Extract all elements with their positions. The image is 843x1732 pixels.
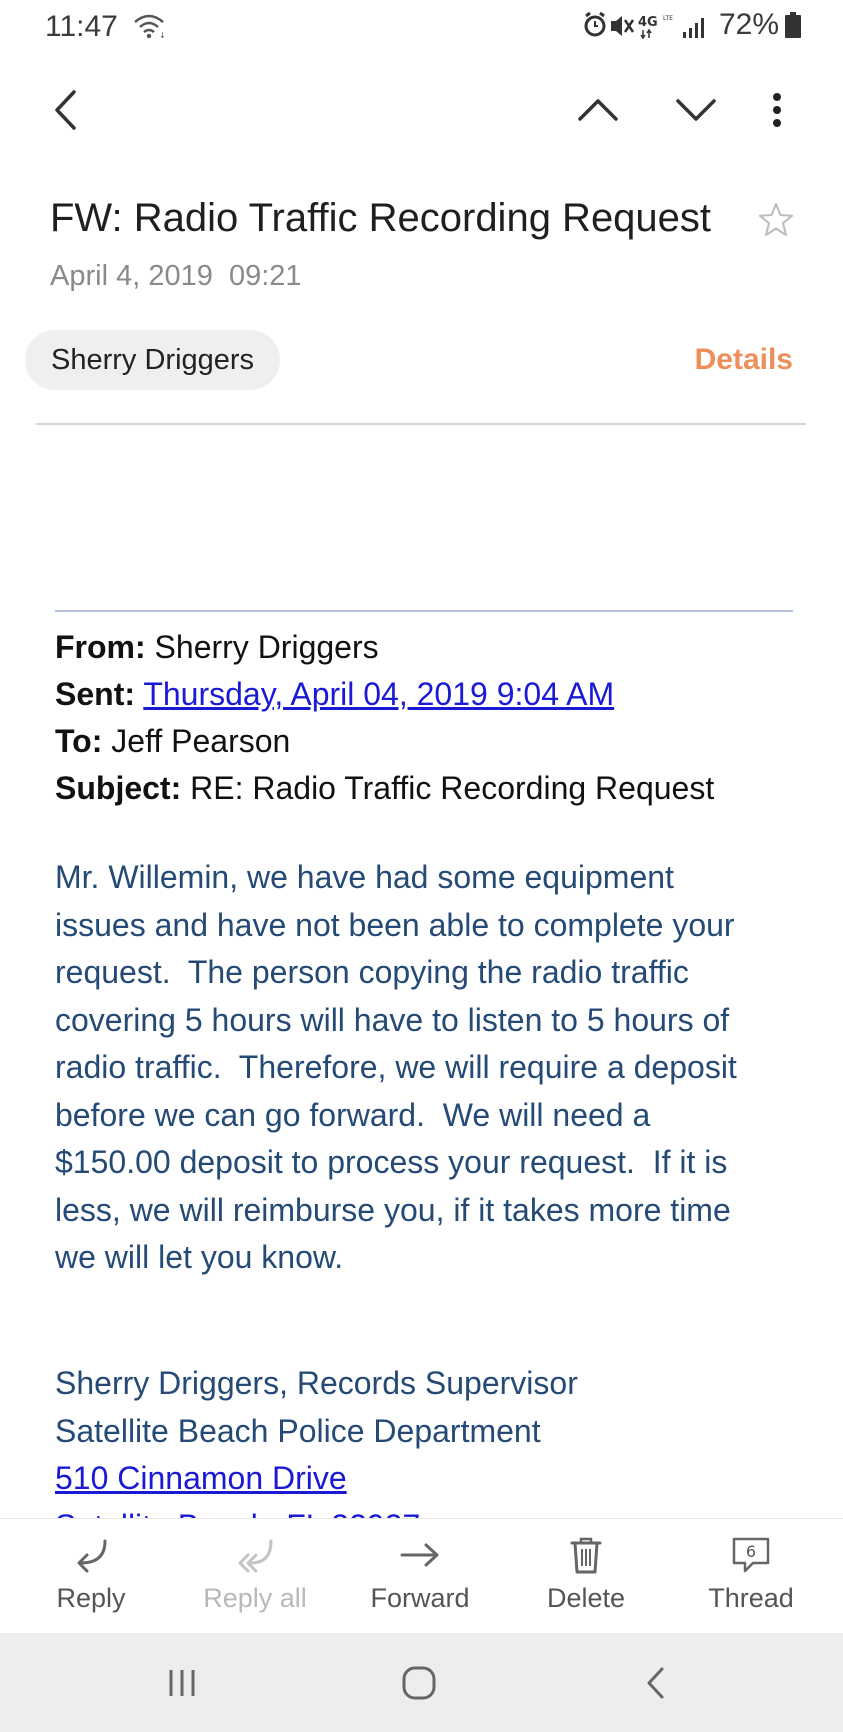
- thread-icon: 6: [732, 1537, 770, 1573]
- trash-icon: [570, 1537, 602, 1574]
- system-back-button[interactable]: [625, 1663, 685, 1703]
- reply-label: Reply: [56, 1583, 126, 1613]
- message-line: we will let you know.: [55, 1239, 344, 1275]
- recent-apps-button[interactable]: [152, 1663, 212, 1703]
- delete-button[interactable]: Delete: [511, 1535, 661, 1614]
- meta-subject: Subject: RE: Radio Traffic Recording Req…: [55, 770, 715, 806]
- reply-all-button[interactable]: Reply all: [180, 1535, 330, 1614]
- message-line: issues and have not been able to complet…: [55, 906, 735, 943]
- forward-rule: [55, 610, 793, 612]
- signature-address-link[interactable]: 510 Cinnamon Drive: [55, 1455, 795, 1503]
- email-body: From: Sherry Driggers Sent: Thursday, Ap…: [0, 0, 843, 1518]
- message-line: request. The person copying the radio tr…: [55, 954, 689, 990]
- reply-button[interactable]: Reply: [16, 1535, 166, 1614]
- message-line: covering 5 hours will have to listen to …: [55, 1001, 730, 1038]
- reply-all-icon: [238, 1539, 273, 1573]
- message-line: radio traffic. Therefore, we will requir…: [55, 1049, 737, 1085]
- home-icon: [402, 1666, 436, 1700]
- forward-label: Forward: [370, 1583, 470, 1613]
- message-text: Mr. Willemin, we have had some equipment…: [55, 854, 795, 1282]
- sent-date-link[interactable]: Thursday, April 04, 2019 9:04 AM: [143, 676, 614, 712]
- thread-label: Thread: [708, 1583, 794, 1613]
- thread-count: 6: [746, 1542, 756, 1561]
- reply-icon: [77, 1539, 107, 1573]
- message-line: before we can go forward. We will need a: [55, 1096, 651, 1133]
- signature: Sherry Driggers, Records Supervisor Sate…: [55, 1360, 795, 1518]
- email-action-toolbar: Reply Reply all Forward Delete 6 Thread: [0, 1518, 843, 1633]
- meta-sent: Sent: Thursday, April 04, 2019 9:04 AM: [55, 676, 615, 712]
- message-line: less, we will reimburse you, if it takes…: [55, 1191, 731, 1228]
- message-line: Mr. Willemin, we have had some equipment: [55, 859, 674, 895]
- forward-button[interactable]: Forward: [345, 1535, 495, 1614]
- thread-button[interactable]: 6 Thread: [676, 1535, 826, 1614]
- signature-org: Satellite Beach Police Department: [55, 1412, 541, 1449]
- system-back-icon: [647, 1667, 664, 1699]
- signature-name: Sherry Driggers, Records Supervisor: [55, 1365, 578, 1401]
- message-line: $150.00 deposit to process your request.…: [55, 1144, 728, 1180]
- forwarded-meta: From: Sherry Driggers Sent: Thursday, Ap…: [55, 624, 795, 812]
- system-nav-bar: [0, 1633, 843, 1732]
- recent-apps-icon: [169, 1670, 195, 1696]
- forward-icon: [400, 1543, 439, 1567]
- reply-all-label: Reply all: [203, 1583, 307, 1613]
- home-button[interactable]: [389, 1663, 449, 1703]
- signature-city-link[interactable]: Satellite Beach, FL 32937: [55, 1503, 795, 1519]
- delete-label: Delete: [546, 1583, 626, 1613]
- meta-to: To: Jeff Pearson: [55, 723, 291, 759]
- meta-from: From: Sherry Driggers: [55, 629, 379, 665]
